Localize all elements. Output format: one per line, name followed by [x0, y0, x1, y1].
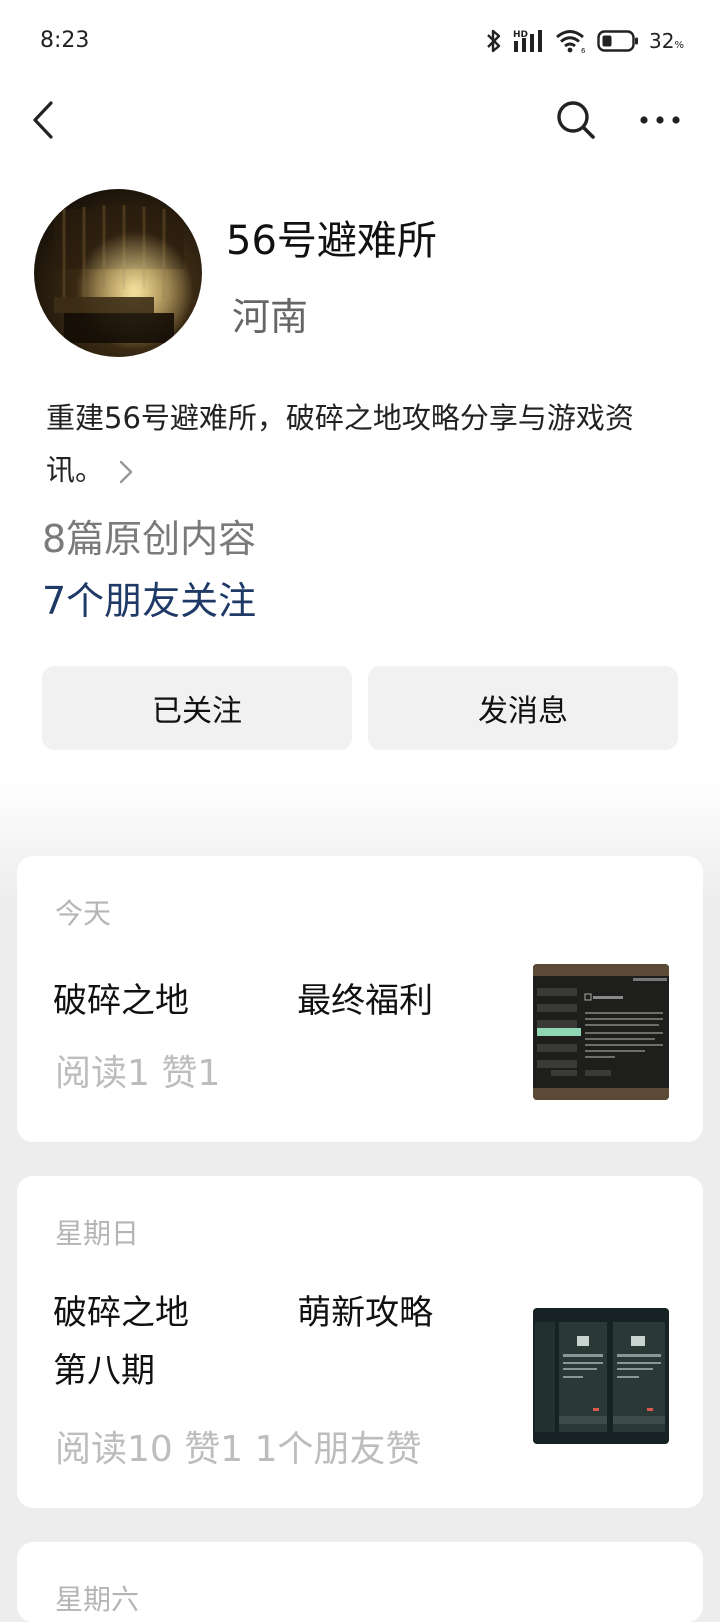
svg-text:6: 6 [581, 47, 586, 54]
more-icon [640, 116, 680, 124]
article-title: 破碎之地 萌新攻略 第八期 [53, 1293, 434, 1391]
thumbnail-image [533, 964, 669, 1100]
hd-signal-icon: HD [513, 30, 543, 52]
send-message-button[interactable]: 发消息 [368, 666, 678, 750]
back-arrow-icon [33, 101, 53, 139]
article-date: 星期日 [55, 1217, 140, 1250]
status-bar: 8:23 HD 6 32% [0, 0, 720, 84]
search-button[interactable] [550, 96, 602, 144]
avatar-image [34, 189, 202, 357]
battery-text: 32% [649, 29, 684, 53]
wifi-icon: 6 [556, 30, 586, 54]
battery-icon [597, 30, 639, 52]
followed-button[interactable]: 已关注 [42, 666, 352, 750]
bluetooth-icon [487, 29, 501, 53]
account-name: 56号避难所 [226, 218, 437, 264]
article-stats: 阅读1 赞1 [55, 1053, 221, 1094]
search-icon [557, 101, 595, 139]
chevron-right-icon [119, 460, 133, 484]
article-card[interactable]: 今天 破碎之地 最终福利 阅读1 赞1 [17, 856, 703, 1142]
bio-text[interactable]: 重建56号避难所，破碎之地攻略分享与游戏资讯。 [46, 392, 682, 496]
status-time: 8:23 [40, 28, 90, 53]
article-title: 破碎之地 最终福利 [53, 981, 434, 1021]
avatar[interactable] [34, 189, 202, 357]
article-count[interactable]: 8篇原创内容 [42, 508, 256, 563]
more-button[interactable] [632, 96, 688, 144]
article-thumbnail [533, 964, 669, 1100]
status-icons: HD 6 32% [485, 26, 684, 56]
article-date: 今天 [55, 897, 112, 930]
article-thumbnail [533, 1308, 669, 1444]
nav-bar [0, 84, 720, 156]
article-card[interactable]: 星期六 [17, 1542, 703, 1622]
region-text: 河南 [232, 295, 309, 339]
article-card[interactable]: 星期日 破碎之地 萌新攻略 第八期 阅读10 赞1 1个朋友赞 [17, 1176, 703, 1508]
friends-follow-link[interactable]: 7个朋友关注 [42, 570, 256, 625]
article-stats: 阅读10 赞1 1个朋友赞 [55, 1429, 422, 1470]
article-date: 星期六 [55, 1583, 140, 1616]
bio-content: 重建56号避难所，破碎之地攻略分享与游戏资讯。 [46, 401, 634, 487]
back-button[interactable] [20, 96, 68, 144]
thumbnail-image [533, 1308, 669, 1444]
